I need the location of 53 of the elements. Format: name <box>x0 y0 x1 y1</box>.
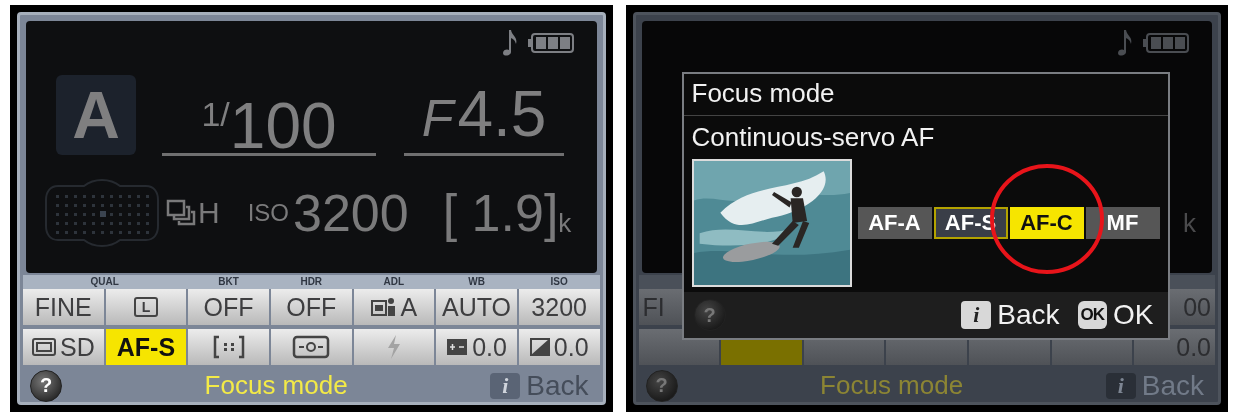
setting-label: WB <box>467 275 486 289</box>
setting-name: Focus mode <box>819 370 965 401</box>
setting-cell[interactable]: SD <box>23 329 104 365</box>
shutter-speed: $^{1/}$100 <box>162 74 376 156</box>
setting-cell[interactable] <box>270 329 352 365</box>
setting-cell[interactable]: OFF <box>270 289 352 325</box>
aperture: F4.5 <box>404 74 564 156</box>
flash-compensation-icon <box>446 338 469 356</box>
back-label[interactable]: Back <box>997 299 1060 331</box>
size-label: L <box>133 297 159 317</box>
setting-label: BKT <box>217 275 240 289</box>
movie-icon <box>31 337 56 357</box>
remaining-unit: k <box>1183 208 1196 239</box>
metering-icon <box>292 335 331 359</box>
help-icon[interactable]: ? <box>30 369 62 402</box>
iso-value: 3200 <box>293 183 409 243</box>
info-key-icon: i <box>961 301 992 329</box>
info-key-icon: i <box>1105 372 1136 399</box>
setting-label: QUAL <box>89 275 120 289</box>
current-value: Continuous-servo AF <box>690 121 936 154</box>
setting-cell[interactable]: FINE <box>23 289 104 325</box>
battery-icon <box>526 32 575 54</box>
exposure-compensation-icon <box>529 338 550 356</box>
info-key-icon: i <box>490 372 521 399</box>
af-area-icon <box>211 335 246 359</box>
focus-option[interactable]: AF-A <box>857 207 932 239</box>
focus-option[interactable]: AF-C <box>1009 207 1084 239</box>
setting-cell[interactable]: 3200 <box>518 289 600 325</box>
remaining-unit: k <box>558 208 572 239</box>
ok-key-icon: OK <box>1077 301 1108 329</box>
setting-cell[interactable]: 0.0 <box>518 329 600 365</box>
remaining-shots: [ 1.9] <box>442 183 559 243</box>
focus-option[interactable]: MF <box>1085 207 1160 239</box>
setting-cell[interactable] <box>188 329 269 365</box>
setting-name: Focus mode <box>203 370 349 401</box>
setting-cell[interactable]: OFF <box>188 289 269 325</box>
setting-label: ISO <box>549 275 569 289</box>
setting-cell[interactable]: 0.0 <box>436 329 517 365</box>
setting-label: ADL <box>382 275 406 289</box>
setting-label: HDR <box>299 275 324 289</box>
iso-label: ISO <box>247 199 289 227</box>
music-note-icon <box>1116 28 1134 58</box>
music-note-icon <box>500 28 519 58</box>
setting-cell[interactable]: AUTO <box>436 289 517 325</box>
image-size-setting[interactable]: L <box>105 289 187 325</box>
release-mode-icon <box>166 198 196 228</box>
setting-cell[interactable]: A <box>353 289 435 325</box>
exposure-mode: A <box>56 75 136 155</box>
battery-icon <box>1142 32 1190 54</box>
dialog-title: Focus mode <box>683 74 1168 116</box>
setting-cell[interactable]: AF-S <box>105 329 187 365</box>
release-mode: H <box>198 196 220 230</box>
d-lighting-icon <box>370 296 397 318</box>
